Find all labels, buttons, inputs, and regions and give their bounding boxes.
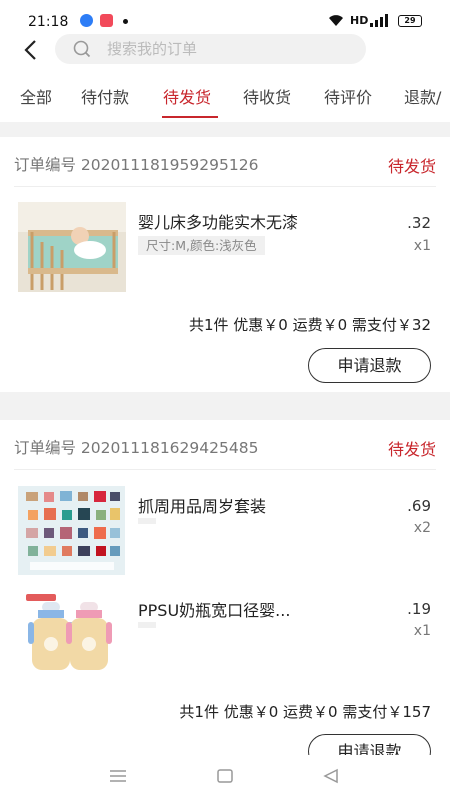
system-nav-bar <box>0 755 450 800</box>
signal-icon <box>370 14 388 27</box>
product-image-zhuazhou-set[interactable] <box>18 486 125 575</box>
order-summary: 共1件 优惠￥0 运费￥0 需支付￥157 <box>179 703 431 721</box>
tab-refund[interactable]: 退款/ <box>404 84 441 108</box>
product-price: .19 <box>407 600 431 618</box>
back-arrow-icon[interactable] <box>18 36 44 64</box>
order-number: 订单编号 202011181959295126 <box>14 156 259 174</box>
refund-request-button[interactable]: 申请退款 <box>308 348 431 383</box>
product-quantity: x2 <box>413 520 431 536</box>
battery-icon: 29 <box>398 15 422 27</box>
order-card: 订单编号 202011181629425485 待发货 抓周用品周岁套装 .69… <box>0 420 450 769</box>
tab-pending-receipt[interactable]: 待收货 <box>243 84 291 108</box>
product-spec <box>138 518 156 524</box>
app-notification-icon <box>80 14 93 27</box>
tab-pending-review[interactable]: 待评价 <box>324 84 372 108</box>
product-price: .69 <box>407 497 431 515</box>
order-status: 待发货 <box>387 157 436 176</box>
more-notifications-icon <box>123 19 128 24</box>
search-icon <box>73 40 91 58</box>
divider <box>14 186 436 187</box>
search-input[interactable]: 搜索我的订单 <box>55 34 366 64</box>
back-triangle-icon[interactable] <box>322 768 340 784</box>
tab-pending-payment[interactable]: 待付款 <box>81 84 129 108</box>
divider <box>14 469 436 470</box>
search-placeholder: 搜索我的订单 <box>107 40 198 58</box>
product-quantity: x1 <box>413 623 431 639</box>
network-type: HD <box>350 14 369 27</box>
order-status-tabs: 全部 待付款 待发货 待收货 待评价 退款/ <box>0 72 450 122</box>
product-spec: 尺寸:M,颜色:浅灰色 <box>138 236 265 255</box>
product-image-crib[interactable] <box>18 202 126 292</box>
home-icon[interactable] <box>216 768 234 784</box>
video-app-icon <box>100 14 113 27</box>
product-name: 婴儿床多功能实木无漆 <box>138 213 299 232</box>
wifi-icon <box>329 15 343 26</box>
order-status: 待发货 <box>387 440 436 459</box>
tab-all[interactable]: 全部 <box>20 84 52 108</box>
product-spec <box>138 622 156 628</box>
order-card: 订单编号 202011181959295126 待发货 婴儿床多功能实木无漆 尺… <box>0 137 450 392</box>
tab-pending-shipment[interactable]: 待发货 <box>163 84 211 108</box>
menu-icon[interactable] <box>109 768 127 784</box>
order-summary: 共1件 优惠￥0 运费￥0 需支付￥32 <box>188 316 431 334</box>
product-name: PPSU奶瓶宽口径婴... <box>138 601 291 620</box>
product-image-baby-bottle[interactable] <box>18 590 125 680</box>
header: 搜索我的订单 <box>0 28 450 72</box>
product-price: .32 <box>407 214 431 232</box>
active-tab-indicator <box>162 116 218 118</box>
product-name: 抓周用品周岁套装 <box>138 497 267 516</box>
order-number: 订单编号 202011181629425485 <box>14 439 259 457</box>
product-quantity: x1 <box>413 238 431 254</box>
